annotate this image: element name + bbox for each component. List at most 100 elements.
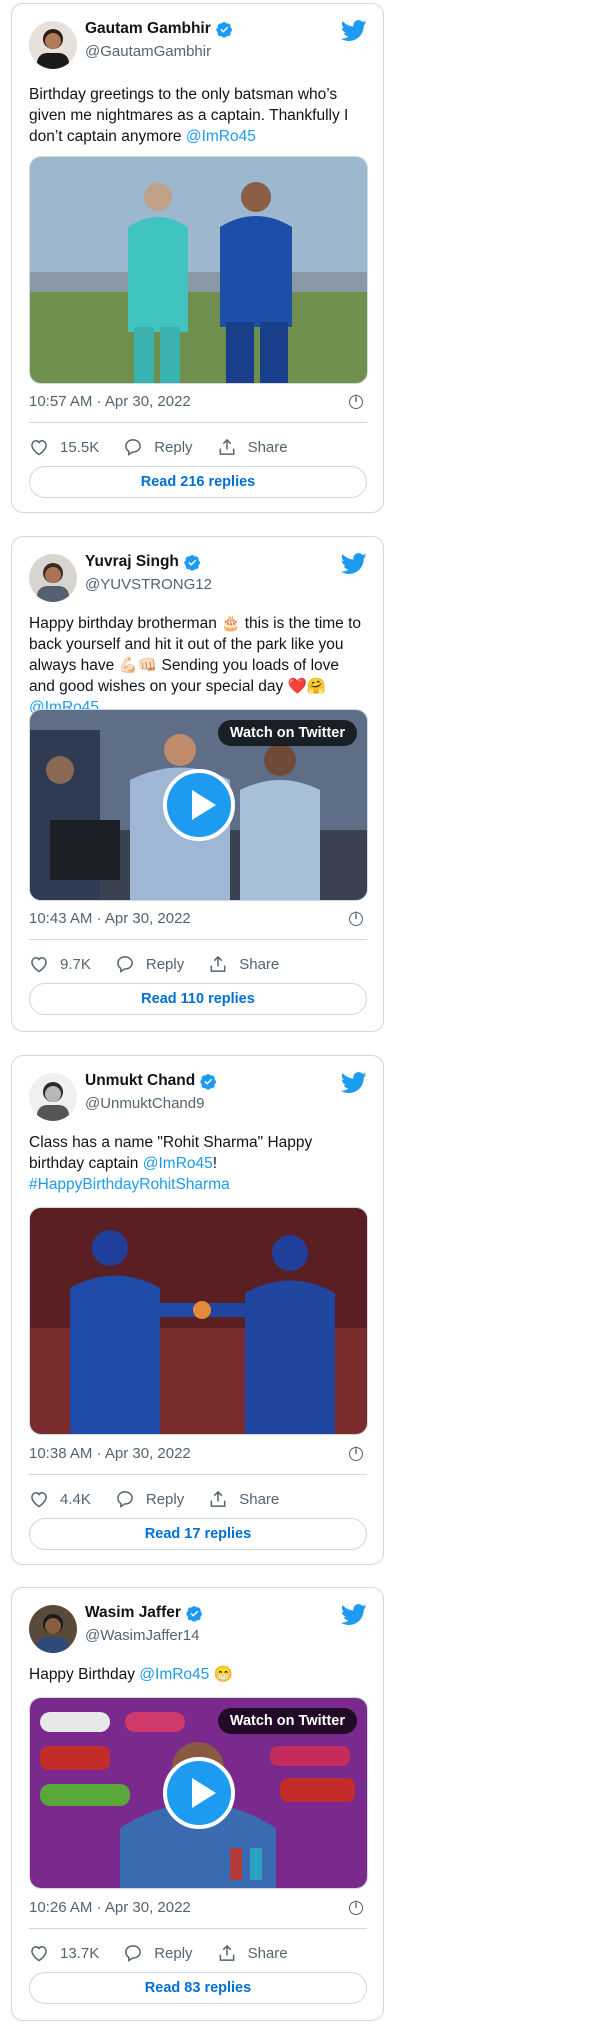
- heart-icon: [29, 954, 49, 974]
- tweet-text: Class has a name "Rohit Sharma" Happy bi…: [29, 1132, 367, 1195]
- tweet-photo[interactable]: [29, 156, 368, 384]
- avatar[interactable]: [29, 1605, 77, 1653]
- tweet-video[interactable]: Watch on Twitter: [29, 709, 368, 901]
- tweet-body-end: !: [212, 1155, 218, 1172]
- author-handle[interactable]: @YUVSTRONG12: [85, 576, 212, 593]
- share-label: Share: [247, 438, 288, 456]
- info-icon[interactable]: [349, 1446, 363, 1461]
- like-button[interactable]: 9.7K: [29, 954, 91, 974]
- share-label: Share: [239, 1490, 280, 1508]
- avatar[interactable]: [29, 554, 77, 602]
- action-bar: 15.5K Reply Share: [29, 432, 367, 462]
- tweet-body-end: 😁: [209, 1666, 233, 1683]
- mention-link[interactable]: @ImRo45: [186, 128, 256, 145]
- watch-on-twitter-button[interactable]: Watch on Twitter: [217, 720, 357, 746]
- like-count: 4.4K: [60, 1490, 91, 1508]
- reply-icon: [123, 1943, 143, 1963]
- read-replies-button[interactable]: Read 17 replies: [29, 1518, 367, 1550]
- divider: [29, 939, 367, 940]
- reply-label: Reply: [145, 1490, 185, 1508]
- like-count: 15.5K: [60, 438, 100, 456]
- read-replies-button[interactable]: Read 83 replies: [29, 1972, 367, 2004]
- heart-icon: [29, 437, 49, 457]
- twitter-bird-icon[interactable]: [341, 1604, 367, 1626]
- share-icon: [217, 437, 237, 457]
- hashtag-link[interactable]: #HappyBirthdayRohitSharma: [29, 1176, 230, 1193]
- twitter-bird-icon[interactable]: [341, 1072, 367, 1094]
- like-button[interactable]: 15.5K: [29, 437, 99, 457]
- like-button[interactable]: 4.4K: [29, 1489, 91, 1509]
- share-button[interactable]: Share: [217, 1943, 288, 1963]
- info-icon[interactable]: [349, 394, 363, 409]
- read-replies-button[interactable]: Read 216 replies: [29, 466, 367, 498]
- tweet-timestamp[interactable]: 10:26 AM · Apr 30, 2022: [29, 1899, 191, 1916]
- reply-button[interactable]: Reply: [123, 437, 193, 457]
- author-handle[interactable]: @WasimJaffer14: [85, 1627, 199, 1644]
- tweet-timestamp[interactable]: 10:38 AM · Apr 30, 2022: [29, 1445, 191, 1462]
- reply-button[interactable]: Reply: [115, 1489, 184, 1509]
- tweet-video[interactable]: Watch on Twitter: [29, 1697, 368, 1889]
- tweet-text: Happy Birthday @ImRo45 😁: [29, 1664, 367, 1685]
- info-icon[interactable]: [349, 1900, 363, 1915]
- reply-label: Reply: [154, 1944, 193, 1962]
- share-label: Share: [247, 1944, 288, 1962]
- tweet-timestamp[interactable]: 10:43 AM · Apr 30, 2022: [29, 910, 191, 927]
- tweet-text: Birthday greetings to the only batsman w…: [29, 84, 367, 147]
- tweet-card: Wasim Jaffer @WasimJaffer14 Happy Birthd…: [11, 1587, 384, 2021]
- heart-icon: [29, 1943, 49, 1963]
- play-icon[interactable]: [162, 1757, 235, 1829]
- like-count: 9.7K: [60, 955, 91, 973]
- action-bar: 13.7K Reply Share: [29, 1938, 367, 1968]
- action-bar: 4.4K Reply Share: [29, 1484, 367, 1514]
- share-button[interactable]: Share: [217, 437, 288, 457]
- share-icon: [217, 1943, 237, 1963]
- author-name[interactable]: Yuvraj Singh: [85, 553, 179, 571]
- mention-link[interactable]: @ImRo45: [139, 1666, 209, 1683]
- tweet-card: Unmukt Chand @UnmuktChand9 Class has a n…: [11, 1055, 384, 1565]
- author-handle[interactable]: @GautamGambhir: [85, 43, 211, 60]
- action-bar: 9.7K Reply Share: [29, 949, 367, 979]
- divider: [29, 1474, 367, 1475]
- play-icon[interactable]: [162, 769, 235, 841]
- heart-icon: [29, 1489, 49, 1509]
- avatar[interactable]: [29, 1073, 77, 1121]
- tweet-timestamp[interactable]: 10:57 AM · Apr 30, 2022: [29, 393, 191, 410]
- mention-link[interactable]: @ImRo45: [143, 1155, 213, 1172]
- share-button[interactable]: Share: [208, 954, 279, 974]
- author-name[interactable]: Gautam Gambhir: [85, 20, 211, 38]
- tweet-photo[interactable]: [29, 1207, 368, 1435]
- divider: [29, 1928, 367, 1929]
- share-icon: [208, 1489, 228, 1509]
- verified-badge-icon: [186, 1605, 203, 1622]
- tweet-text: Happy birthday brotherman 🎂 this is the …: [29, 613, 367, 718]
- divider: [29, 422, 367, 423]
- tweet-card: Yuvraj Singh @YUVSTRONG12 Happy birthday…: [11, 536, 384, 1032]
- read-replies-button[interactable]: Read 110 replies: [29, 983, 367, 1015]
- reply-icon: [115, 954, 135, 974]
- tweet-body: Happy birthday brotherman 🎂 this is the …: [29, 615, 362, 695]
- verified-badge-icon: [200, 1073, 217, 1090]
- share-button[interactable]: Share: [208, 1489, 279, 1509]
- reply-label: Reply: [154, 438, 193, 456]
- share-icon: [208, 954, 228, 974]
- author-handle[interactable]: @UnmuktChand9: [85, 1095, 204, 1112]
- avatar[interactable]: [29, 21, 77, 69]
- tweet-body: Happy Birthday: [29, 1666, 140, 1683]
- like-button[interactable]: 13.7K: [29, 1943, 99, 1963]
- verified-badge-icon: [184, 554, 201, 571]
- author-name[interactable]: Wasim Jaffer: [85, 1604, 181, 1622]
- reply-button[interactable]: Reply: [115, 954, 184, 974]
- reply-icon: [123, 437, 143, 457]
- watch-on-twitter-button[interactable]: Watch on Twitter: [217, 1708, 357, 1734]
- twitter-bird-icon[interactable]: [341, 20, 367, 42]
- info-icon[interactable]: [349, 911, 363, 926]
- share-label: Share: [239, 955, 280, 973]
- verified-badge-icon: [216, 21, 233, 38]
- author-name[interactable]: Unmukt Chand: [85, 1072, 195, 1090]
- reply-label: Reply: [145, 955, 185, 973]
- twitter-bird-icon[interactable]: [341, 553, 367, 575]
- tweet-card: Gautam Gambhir @GautamGambhir Birthday g…: [11, 3, 384, 513]
- like-count: 13.7K: [60, 1944, 100, 1962]
- reply-icon: [115, 1489, 135, 1509]
- reply-button[interactable]: Reply: [123, 1943, 193, 1963]
